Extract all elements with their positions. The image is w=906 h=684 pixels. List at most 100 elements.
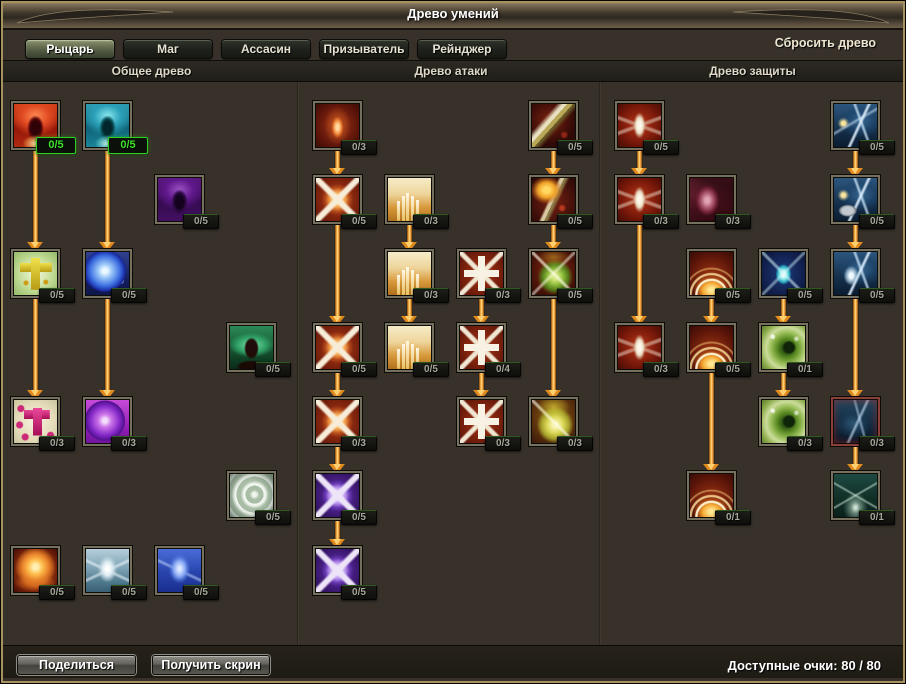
green-fist-icon[interactable]: 0/5 bbox=[531, 251, 576, 296]
light-pillars-icon[interactable]: 0/3 bbox=[387, 177, 432, 222]
skill-points-label: 0/5 bbox=[39, 585, 75, 600]
skill-points-label: 0/5 bbox=[183, 214, 219, 229]
skill-points-label: 0/5 bbox=[859, 140, 895, 155]
cyan-shield-icon[interactable]: 0/5 bbox=[761, 251, 806, 296]
white-tree-icon[interactable]: 0/5 bbox=[85, 548, 130, 593]
skill-arrow bbox=[335, 223, 340, 316]
assassin-hood-icon[interactable]: 0/3 bbox=[689, 177, 734, 222]
skill-points-label: 0/4 bbox=[485, 362, 521, 377]
green-shell-icon[interactable]: 0/1 bbox=[761, 325, 806, 370]
yellow-fist-icon[interactable]: 0/3 bbox=[531, 399, 576, 444]
available-points: Доступные очки: 80 / 80 bbox=[728, 658, 881, 673]
skill-arrow bbox=[479, 371, 484, 390]
blue-tree-icon[interactable]: 0/5 bbox=[157, 548, 202, 593]
skill-points-label: 0/5 bbox=[859, 288, 895, 303]
skill-arrow bbox=[781, 297, 786, 316]
skill-arrow bbox=[637, 149, 642, 168]
skill-points-label: 0/5 bbox=[787, 288, 823, 303]
footer-bar: Поделиться Получить скрин Доступные очки… bbox=[3, 645, 903, 678]
skill-points-label: 0/3 bbox=[341, 140, 377, 155]
green-mech-icon[interactable]: 0/5 bbox=[229, 325, 274, 370]
light-pillars-icon[interactable]: 0/3 bbox=[387, 251, 432, 296]
gold-arc-icon[interactable]: 0/5 bbox=[689, 325, 734, 370]
skill-points-label: 0/5 bbox=[413, 362, 449, 377]
blue-orb-icon[interactable]: 0/5 bbox=[85, 251, 130, 296]
gold-arc-icon[interactable]: 0/1 bbox=[689, 473, 734, 518]
skill-points-label: 0/5 bbox=[36, 137, 76, 154]
skill-points-label: 0/5 bbox=[341, 510, 377, 525]
skill-points-label: 0/3 bbox=[787, 436, 823, 451]
skill-points-label: 0/3 bbox=[859, 436, 895, 451]
swirl-icon[interactable]: 0/5 bbox=[229, 473, 274, 518]
sword-hilt-icon[interactable]: 0/5 bbox=[531, 177, 576, 222]
skill-points-label: 0/3 bbox=[715, 214, 751, 229]
skill-points-label: 0/5 bbox=[643, 140, 679, 155]
skill-points-label: 0/5 bbox=[341, 585, 377, 600]
red-feather-icon[interactable]: 0/3 bbox=[617, 177, 662, 222]
skill-points-label: 0/5 bbox=[715, 362, 751, 377]
skill-points-label: 0/3 bbox=[485, 436, 521, 451]
purple-demon-icon[interactable]: 0/5 bbox=[157, 177, 202, 222]
skill-arrow bbox=[105, 297, 110, 390]
skill-points-label: 0/3 bbox=[341, 436, 377, 451]
purple-orb-icon[interactable]: 0/3 bbox=[85, 399, 130, 444]
gold-arc-icon[interactable]: 0/5 bbox=[689, 251, 734, 296]
blue-branch-anvil-icon[interactable]: 0/5 bbox=[833, 177, 878, 222]
spike-burst-icon[interactable]: 0/5 bbox=[315, 325, 360, 370]
skill-arrow bbox=[335, 371, 340, 390]
flame-sigil-icon[interactable]: 0/3 bbox=[315, 103, 360, 148]
skill-arrow bbox=[407, 297, 412, 316]
cyan-demon-icon[interactable]: 0/5 bbox=[85, 103, 130, 148]
red-feather-icon[interactable]: 0/3 bbox=[617, 325, 662, 370]
skill-points-label: 0/1 bbox=[859, 510, 895, 525]
skill-arrow bbox=[853, 445, 858, 464]
green-shell-icon[interactable]: 0/3 bbox=[761, 399, 806, 444]
skill-points-label: 0/5 bbox=[255, 510, 291, 525]
purple-spike-icon[interactable]: 0/5 bbox=[315, 548, 360, 593]
green-cross-icon[interactable]: 0/5 bbox=[13, 251, 58, 296]
spike-burst-icon[interactable]: 0/3 bbox=[315, 399, 360, 444]
spike-burst-icon[interactable]: 0/5 bbox=[315, 177, 360, 222]
skill-points-label: 0/3 bbox=[643, 362, 679, 377]
star-burst-icon[interactable]: 0/3 bbox=[459, 399, 504, 444]
skill-points-label: 0/1 bbox=[715, 510, 751, 525]
share-button[interactable]: Поделиться bbox=[17, 655, 136, 675]
skill-arrow bbox=[709, 297, 714, 316]
skill-points-label: 0/1 bbox=[787, 362, 823, 377]
skill-arrow bbox=[637, 223, 642, 316]
skill-points-label: 0/5 bbox=[39, 288, 75, 303]
skill-points-label: 0/5 bbox=[557, 214, 593, 229]
purple-spike-icon[interactable]: 0/5 bbox=[315, 473, 360, 518]
red-feather-icon[interactable]: 0/5 bbox=[617, 103, 662, 148]
pink-cross-icon[interactable]: 0/3 bbox=[13, 399, 58, 444]
skill-arrow bbox=[551, 297, 556, 390]
fire-sigil-icon[interactable]: 0/5 bbox=[13, 548, 58, 593]
axe-icon[interactable]: 0/5 bbox=[531, 103, 576, 148]
skill-arrow bbox=[105, 149, 110, 242]
skill-points-label: 0/3 bbox=[413, 288, 449, 303]
blue-branch-burst-icon[interactable]: 0/5 bbox=[833, 251, 878, 296]
skill-points-label: 0/3 bbox=[111, 436, 147, 451]
skill-points-label: 0/5 bbox=[108, 137, 148, 154]
skill-points-label: 0/5 bbox=[111, 288, 147, 303]
skill-arrow bbox=[853, 223, 858, 242]
skill-arrow bbox=[551, 149, 556, 168]
light-pillars-icon[interactable]: 0/5 bbox=[387, 325, 432, 370]
skill-points-label: 0/5 bbox=[859, 214, 895, 229]
skill-points-label: 0/3 bbox=[485, 288, 521, 303]
teal-burst-icon[interactable]: 0/1 bbox=[833, 473, 878, 518]
skill-points-label: 0/5 bbox=[255, 362, 291, 377]
red-demon-icon[interactable]: 0/5 bbox=[13, 103, 58, 148]
skill-points-label: 0/3 bbox=[39, 436, 75, 451]
skill-arrow bbox=[335, 149, 340, 168]
skill-arrow bbox=[709, 371, 714, 464]
star-burst-icon[interactable]: 0/4 bbox=[459, 325, 504, 370]
skill-arrow bbox=[33, 297, 38, 390]
skill-points-label: 0/3 bbox=[643, 214, 679, 229]
dark-tree-red-icon[interactable]: 0/3 bbox=[833, 399, 878, 444]
skill-tree-canvas: 0/50/50/50/50/50/50/30/30/50/50/50/50/30… bbox=[0, 0, 906, 684]
screenshot-button[interactable]: Получить скрин bbox=[152, 655, 270, 675]
blue-branch-icon[interactable]: 0/5 bbox=[833, 103, 878, 148]
star-burst-icon[interactable]: 0/3 bbox=[459, 251, 504, 296]
skill-arrow bbox=[407, 223, 412, 242]
